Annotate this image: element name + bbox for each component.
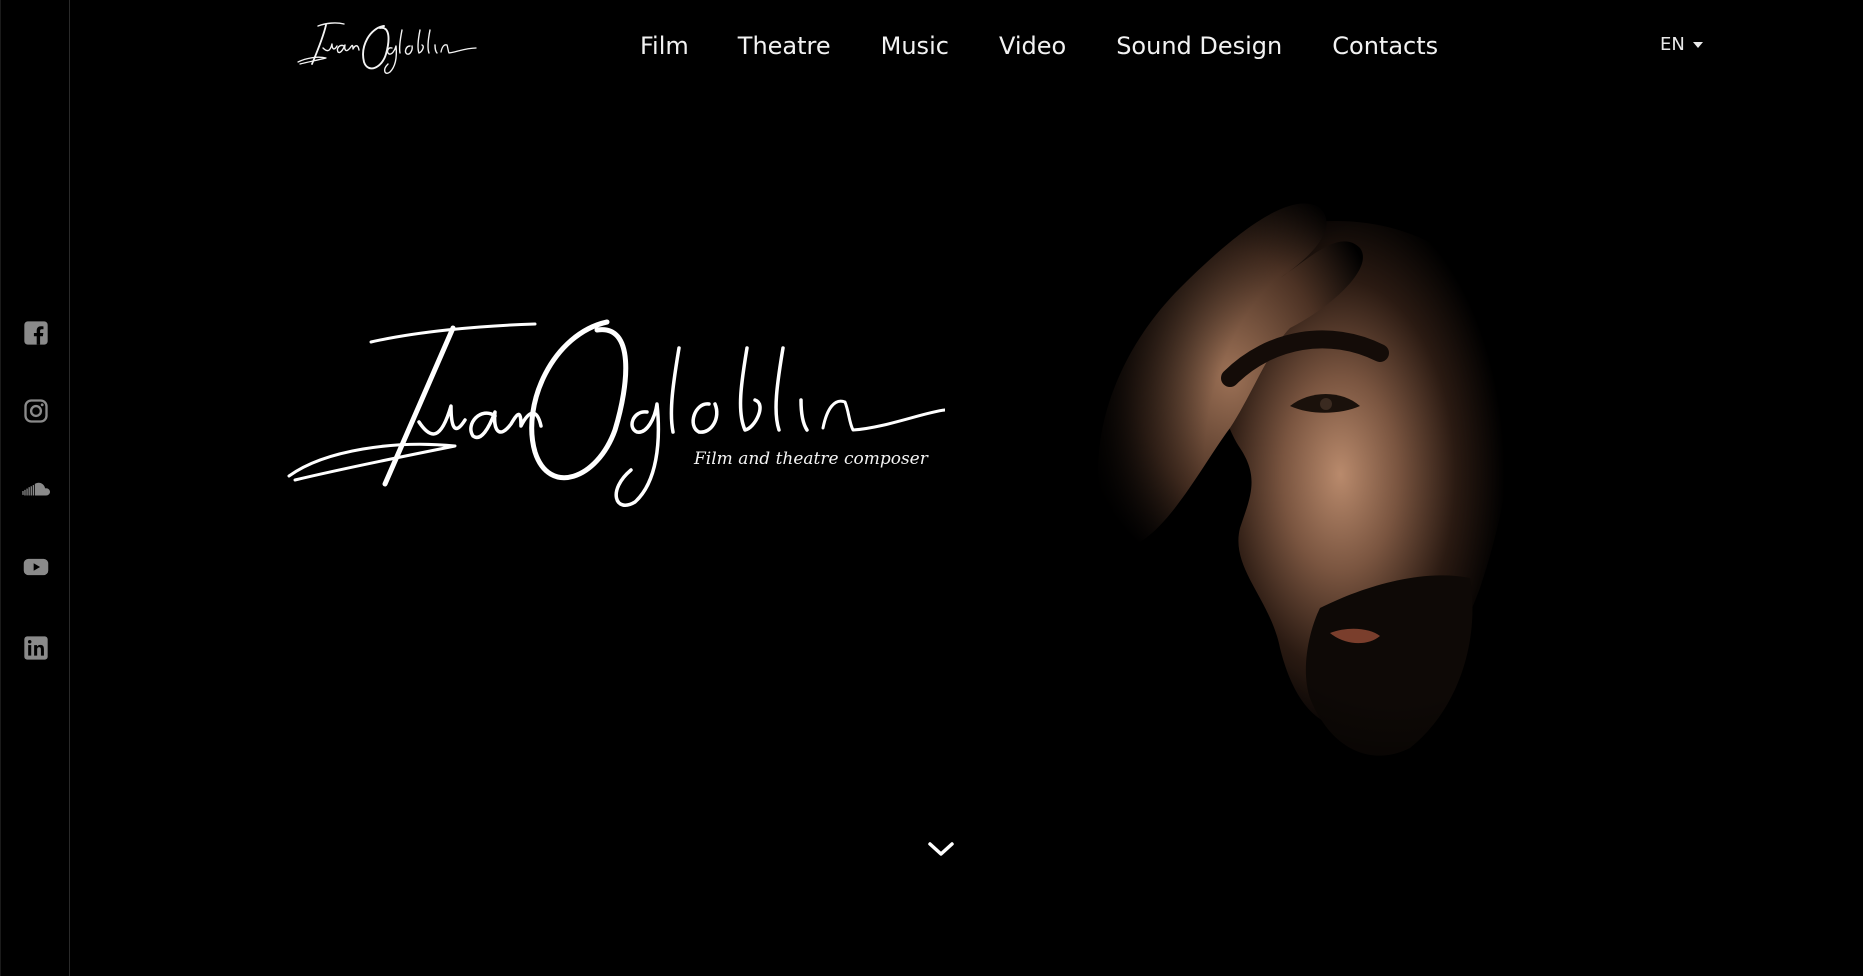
nav-item-contacts[interactable]: Contacts	[1332, 28, 1438, 64]
social-sidebar	[0, 0, 70, 976]
instagram-icon[interactable]	[21, 396, 51, 426]
hero-signature	[285, 300, 947, 510]
nav-item-video[interactable]: Video	[999, 28, 1066, 64]
youtube-icon[interactable]	[21, 552, 51, 582]
chevron-down-icon	[1692, 41, 1703, 48]
main-nav: Film Theatre Music Video Sound Design Co…	[640, 28, 1438, 64]
nav-item-music[interactable]: Music	[881, 28, 949, 64]
language-label: EN	[1660, 34, 1685, 55]
facebook-icon[interactable]	[21, 318, 51, 348]
nav-item-theatre[interactable]: Theatre	[738, 28, 831, 64]
linkedin-icon[interactable]	[21, 633, 51, 663]
hero-subtitle: Film and theatre composer	[694, 449, 928, 469]
nav-item-film[interactable]: Film	[640, 28, 689, 64]
language-selector[interactable]: EN	[1660, 34, 1703, 55]
portrait-image	[1080, 168, 1600, 828]
nav-item-sound-design[interactable]: Sound Design	[1116, 28, 1282, 64]
scroll-down-icon[interactable]	[926, 838, 956, 860]
soundcloud-icon[interactable]	[21, 473, 51, 503]
header-logo[interactable]	[296, 18, 478, 76]
page: Film Theatre Music Video Sound Design Co…	[0, 0, 1863, 976]
